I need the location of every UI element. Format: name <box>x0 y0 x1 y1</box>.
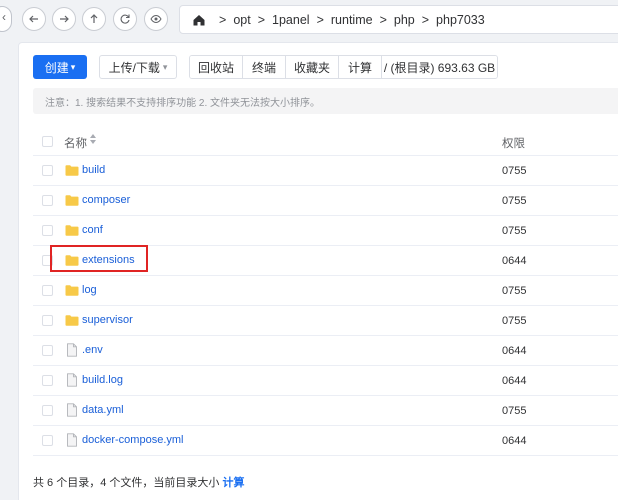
table-row[interactable]: build.log 0644 <box>33 366 618 396</box>
permission-value[interactable]: 0755 <box>502 285 526 297</box>
create-button[interactable]: 创建 ▾ <box>33 55 87 79</box>
file-icon <box>65 343 79 357</box>
file-icon <box>65 403 79 417</box>
table-row[interactable]: data.yml 0755 <box>33 396 618 426</box>
file-icon <box>65 373 79 387</box>
breadcrumb-separator: > <box>421 12 430 27</box>
path-toolbar: ‹ > opt >1panel > runtime > php > php7033 <box>0 0 618 40</box>
row-checkbox[interactable] <box>42 195 53 206</box>
sort-icon[interactable] <box>89 132 97 146</box>
file-name-link[interactable]: conf <box>82 224 103 236</box>
breadcrumb-separator: > <box>316 12 324 27</box>
row-checkbox[interactable] <box>42 285 53 296</box>
row-checkbox[interactable] <box>42 435 53 446</box>
breadcrumb-segment[interactable]: php7033 <box>436 13 485 27</box>
tool-button-group: 回收站 终端 收藏夹 计算 / (根目录) 693.63 GB <box>189 55 498 79</box>
file-name-link[interactable]: supervisor <box>82 314 133 326</box>
permission-value[interactable]: 0644 <box>502 345 526 357</box>
file-panel: 创建 ▾ 上传/下载 ▾ 回收站 终端 收藏夹 计算 / (根目录) 693.6… <box>18 42 618 500</box>
arrow-left-icon <box>29 15 38 23</box>
column-permission: 权限 <box>502 138 525 150</box>
disk-usage-button[interactable]: / (根目录) 693.63 GB <box>382 56 497 78</box>
refresh-icon <box>120 14 130 24</box>
permission-value[interactable]: 0644 <box>502 255 526 267</box>
folder-icon <box>65 223 79 237</box>
permission-value[interactable]: 0755 <box>502 225 526 237</box>
forward-button[interactable] <box>52 7 76 31</box>
table-header: 名称 权限 <box>33 128 618 156</box>
summary-text: 共 6 个目录，4 个文件，当前目录大小 <box>33 477 220 489</box>
file-name-link[interactable]: build <box>82 164 105 176</box>
breadcrumb-segment[interactable]: runtime <box>331 13 373 27</box>
breadcrumb-separator: > <box>379 12 387 27</box>
permission-value[interactable]: 0644 <box>502 375 526 387</box>
row-checkbox[interactable] <box>42 165 53 176</box>
back-button[interactable] <box>22 7 46 31</box>
file-name-link[interactable]: docker-compose.yml <box>82 434 183 446</box>
arrow-up-icon <box>90 14 98 23</box>
breadcrumb-segment[interactable]: 1panel <box>272 13 310 27</box>
recycle-bin-button[interactable]: 回收站 <box>190 56 243 78</box>
permission-value[interactable]: 0755 <box>502 165 526 177</box>
permission-value[interactable]: 0755 <box>502 315 526 327</box>
notice-bar: 注意：1. 搜索结果不支持排序功能 2. 文件夹无法按大小排序。 <box>33 88 618 114</box>
chevron-down-icon: ▾ <box>70 61 76 72</box>
highlight-box <box>50 245 148 272</box>
file-name-link[interactable]: composer <box>82 194 130 206</box>
permission-value[interactable]: 0755 <box>502 195 526 207</box>
collapse-button[interactable]: ‹ <box>0 6 12 32</box>
column-name[interactable]: 名称 <box>64 135 87 151</box>
footer-summary: 共 6 个目录，4 个文件，当前目录大小 计算 <box>33 474 244 490</box>
table-row[interactable]: composer 0755 <box>33 186 618 216</box>
up-button[interactable] <box>82 7 106 31</box>
create-label: 创建 <box>44 60 69 75</box>
table-row[interactable]: build 0755 <box>33 156 618 186</box>
folder-icon <box>65 313 79 327</box>
row-checkbox[interactable] <box>42 315 53 326</box>
file-name-link[interactable]: data.yml <box>82 404 124 416</box>
chevron-down-icon: ▾ <box>162 61 168 72</box>
favorites-button[interactable]: 收藏夹 <box>286 56 339 78</box>
breadcrumb-separator: > <box>257 12 266 27</box>
file-name-link[interactable]: .env <box>82 344 103 356</box>
upload-download-button[interactable]: 上传/下载 ▾ <box>99 55 177 79</box>
table-row[interactable]: supervisor 0755 <box>33 306 618 336</box>
path-breadcrumb: > opt >1panel > runtime > php > php7033 <box>179 5 618 34</box>
chevron-left-icon: ‹ <box>2 10 6 24</box>
table-row[interactable]: docker-compose.yml 0644 <box>33 426 618 456</box>
refresh-button[interactable] <box>113 7 137 31</box>
file-name-link[interactable]: build.log <box>82 374 123 386</box>
table-row[interactable]: .env 0644 <box>33 336 618 366</box>
home-icon[interactable] <box>192 13 206 27</box>
upload-download-label: 上传/下载 <box>108 60 160 75</box>
table-row[interactable]: conf 0755 <box>33 216 618 246</box>
permission-value[interactable]: 0755 <box>502 405 526 417</box>
select-all-checkbox[interactable] <box>42 136 53 147</box>
arrow-right-icon <box>60 15 69 23</box>
folder-icon <box>65 193 79 207</box>
file-icon <box>65 433 79 447</box>
breadcrumb-segment[interactable]: opt <box>233 13 250 27</box>
table-row[interactable]: log 0755 <box>33 276 618 306</box>
view-button[interactable] <box>144 7 168 31</box>
eye-icon <box>150 14 162 24</box>
breadcrumb-segment[interactable]: php <box>394 13 415 27</box>
row-checkbox[interactable] <box>42 375 53 386</box>
folder-icon <box>65 163 79 177</box>
file-name-link[interactable]: log <box>82 284 97 296</box>
calculate-size-link[interactable]: 计算 <box>222 477 244 489</box>
calculate-button[interactable]: 计算 <box>339 56 382 78</box>
permission-value[interactable]: 0644 <box>502 435 526 447</box>
folder-icon <box>65 283 79 297</box>
terminal-button[interactable]: 终端 <box>243 56 286 78</box>
breadcrumb-separator: > <box>219 12 227 27</box>
row-checkbox[interactable] <box>42 345 53 356</box>
row-checkbox[interactable] <box>42 225 53 236</box>
row-checkbox[interactable] <box>42 405 53 416</box>
